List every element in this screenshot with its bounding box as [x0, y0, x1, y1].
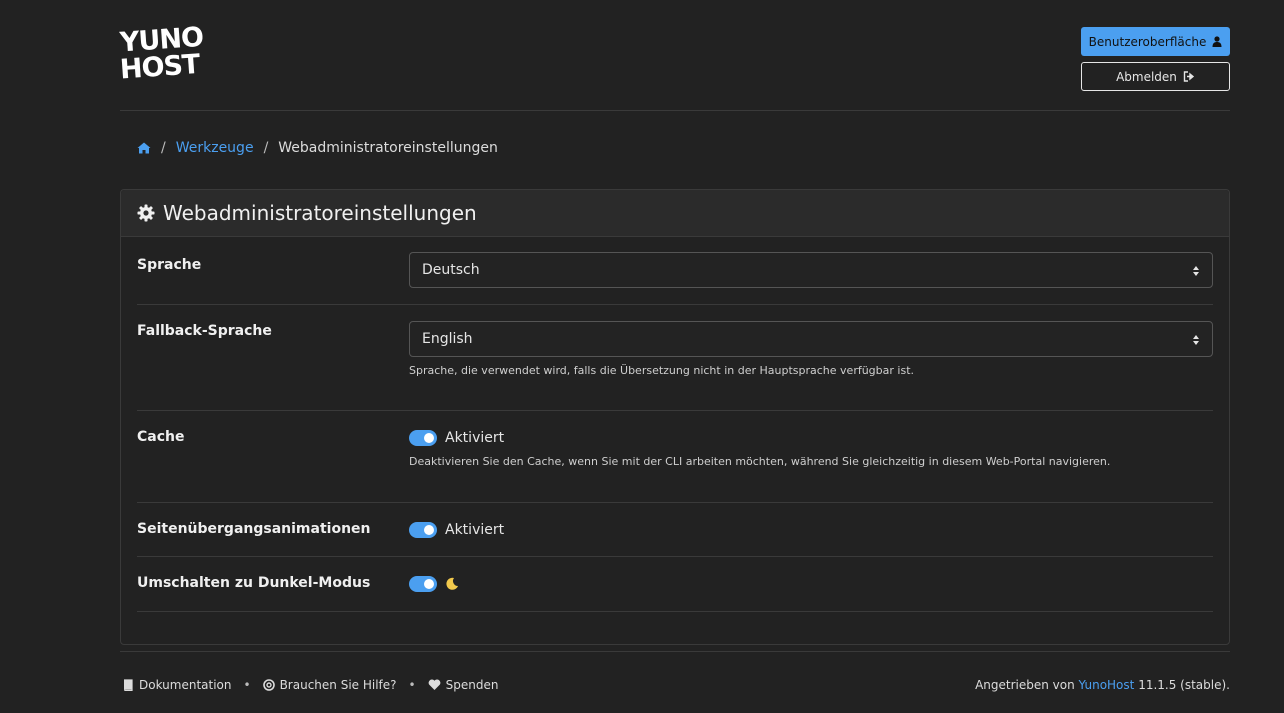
- page-container: YUNO HOST Benutzeroberfläche Abmelden / …: [119, 0, 1230, 692]
- footer-links: Dokumentation • Brauchen Sie Hilfe? • Sp…: [122, 678, 498, 692]
- sign-out-icon: [1183, 71, 1195, 82]
- breadcrumb: / Werkzeuge / Webadministratoreinstellun…: [137, 140, 498, 156]
- header-buttons: Benutzeroberfläche Abmelden: [1081, 27, 1230, 91]
- card-title: Webadministratoreinstellungen: [163, 201, 477, 225]
- setting-row-language: Sprache Deutsch: [137, 252, 1213, 305]
- user-icon: [1212, 36, 1222, 47]
- footer-divider: [120, 651, 1230, 652]
- setting-row-fallback: Fallback-Sprache English Sprache, die ve…: [137, 305, 1213, 411]
- fallback-select[interactable]: English: [409, 321, 1213, 357]
- select-arrows-icon: [1193, 335, 1199, 345]
- logout-button[interactable]: Abmelden: [1081, 62, 1230, 91]
- cache-label: Cache: [137, 429, 185, 445]
- fallback-label: Fallback-Sprache: [137, 323, 272, 339]
- powered-by: Angetrieben von YunoHost 11.1.5 (stable)…: [975, 678, 1230, 692]
- life-ring-icon: [262, 679, 275, 691]
- docs-link[interactable]: Dokumentation: [122, 678, 232, 692]
- user-interface-button[interactable]: Benutzeroberfläche: [1081, 27, 1230, 56]
- cache-state: Aktiviert: [445, 430, 505, 446]
- transitions-label: Seitenübergangsanimationen: [137, 521, 371, 537]
- yunohost-logo[interactable]: YUNO HOST: [119, 22, 204, 90]
- setting-row-transitions: Seitenübergangsanimationen Aktiviert: [137, 503, 1213, 557]
- header: YUNO HOST Benutzeroberfläche Abmelden: [119, 0, 1230, 111]
- breadcrumb-separator: /: [161, 140, 166, 156]
- gear-icon: [137, 204, 155, 222]
- cache-toggle[interactable]: [409, 430, 437, 446]
- breadcrumb-current: Webadministratoreinstellungen: [278, 140, 498, 156]
- breadcrumb-separator: /: [263, 140, 269, 156]
- home-icon[interactable]: [137, 142, 151, 154]
- setting-row-cache: Cache Aktiviert Deaktivieren Sie den Cac…: [137, 411, 1213, 503]
- donate-link[interactable]: Spenden: [428, 678, 498, 692]
- moon-icon: [446, 577, 458, 590]
- dark-mode-label: Umschalten zu Dunkel-Modus: [137, 575, 371, 591]
- select-arrows-icon: [1193, 266, 1199, 276]
- language-select[interactable]: Deutsch: [409, 252, 1213, 288]
- book-icon: [124, 679, 133, 691]
- heart-icon: [428, 679, 440, 690]
- cache-help-text: Deaktivieren Sie den Cache, wenn Sie mit…: [409, 455, 1111, 468]
- help-link[interactable]: Brauchen Sie Hilfe?: [262, 678, 397, 692]
- transitions-toggle[interactable]: [409, 522, 437, 538]
- language-label: Sprache: [137, 257, 202, 273]
- settings-card: Webadministratoreinstellungen Sprache De…: [120, 189, 1230, 645]
- dark-mode-toggle[interactable]: [409, 576, 437, 592]
- setting-row-dark-mode: Umschalten zu Dunkel-Modus: [137, 557, 1213, 612]
- fallback-help-text: Sprache, die verwendet wird, falls die Ü…: [409, 364, 915, 377]
- yunohost-link[interactable]: YunoHost: [1079, 678, 1135, 692]
- transitions-state: Aktiviert: [445, 522, 505, 538]
- card-header: Webadministratoreinstellungen: [121, 190, 1229, 237]
- breadcrumb-tools[interactable]: Werkzeuge: [176, 140, 254, 156]
